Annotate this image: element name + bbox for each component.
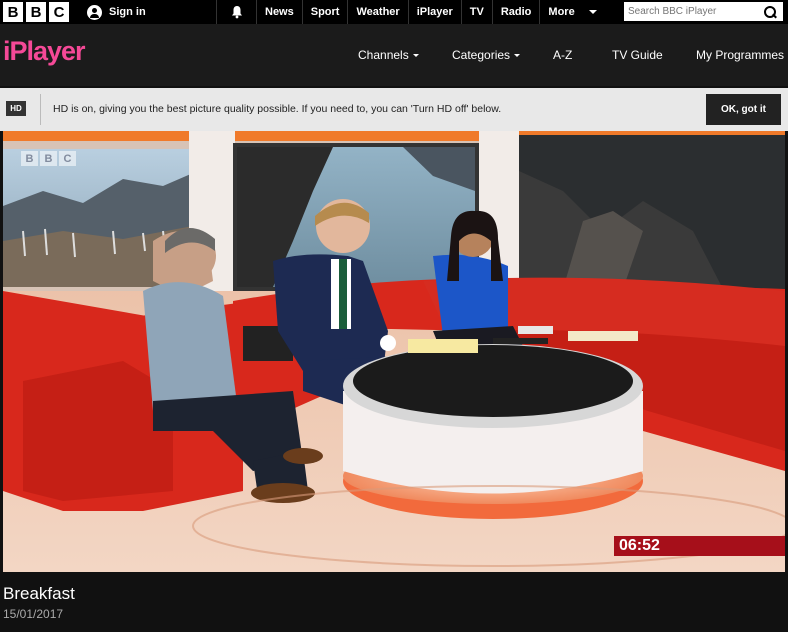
user-icon [87, 4, 102, 20]
hd-badge: HD [6, 101, 26, 116]
nav-link-radio[interactable]: Radio [493, 0, 541, 24]
channels-menu[interactable]: Channels [358, 48, 419, 62]
bbc-watermark: B B C [21, 151, 76, 166]
bbc-watermark-letter: C [59, 151, 76, 166]
bbc-logo-letter: C [49, 2, 69, 22]
tv-guide-link[interactable]: TV Guide [612, 48, 663, 62]
video-player[interactable]: B B C 06:52 [3, 131, 785, 572]
my-programmes-link[interactable]: My Programmes [696, 48, 784, 62]
hd-notice-banner: HD HD is on, giving you the best picture… [0, 88, 788, 131]
search-icon[interactable] [764, 5, 776, 18]
bbc-watermark-letter: B [21, 151, 38, 166]
programme-title: Breakfast [3, 584, 75, 603]
ok-got-it-button[interactable]: OK, got it [706, 94, 781, 125]
iplayer-header: iPlayer Channels Categories A-Z TV Guide… [0, 24, 788, 86]
on-screen-clock: 06:52 [614, 536, 785, 556]
bell-icon [231, 6, 242, 19]
more-menu-button[interactable]: More [540, 0, 606, 24]
video-frame-image [3, 131, 785, 572]
chevron-down-icon [412, 53, 419, 57]
bbc-logo[interactable]: B B C [3, 2, 69, 22]
chevron-down-icon [588, 10, 597, 14]
nav-link-news[interactable]: News [257, 0, 303, 24]
categories-label: Categories [452, 48, 511, 62]
az-link[interactable]: A-Z [553, 48, 572, 62]
channels-label: Channels [358, 48, 409, 62]
notifications-bell-button[interactable] [217, 0, 257, 24]
sign-in-label: Sign in [109, 6, 146, 18]
categories-menu[interactable]: Categories [452, 48, 521, 62]
bbc-top-bar: B B C Sign in News Sport Weather iPlayer… [0, 0, 788, 24]
sign-in-link[interactable]: Sign in [81, 0, 217, 24]
broadcast-date: 15/01/2017 [3, 607, 64, 621]
iplayer-logo[interactable]: iPlayer [3, 36, 86, 67]
bbc-nav: News Sport Weather iPlayer TV Radio [257, 0, 541, 24]
nav-link-iplayer[interactable]: iPlayer [409, 0, 462, 24]
hd-message: HD is on, giving you the best picture qu… [53, 103, 502, 115]
bbc-logo-letter: B [26, 2, 46, 22]
nav-link-sport[interactable]: Sport [303, 0, 349, 24]
search-input[interactable] [624, 6, 762, 17]
divider [40, 94, 41, 125]
chevron-down-icon [514, 53, 521, 57]
more-label: More [548, 6, 575, 18]
search-box [624, 2, 783, 21]
nav-link-tv[interactable]: TV [462, 0, 493, 24]
bbc-watermark-letter: B [40, 151, 57, 166]
bbc-logo-letter: B [3, 2, 23, 22]
nav-link-weather[interactable]: Weather [348, 0, 409, 24]
clock-time: 06:52 [619, 537, 660, 554]
